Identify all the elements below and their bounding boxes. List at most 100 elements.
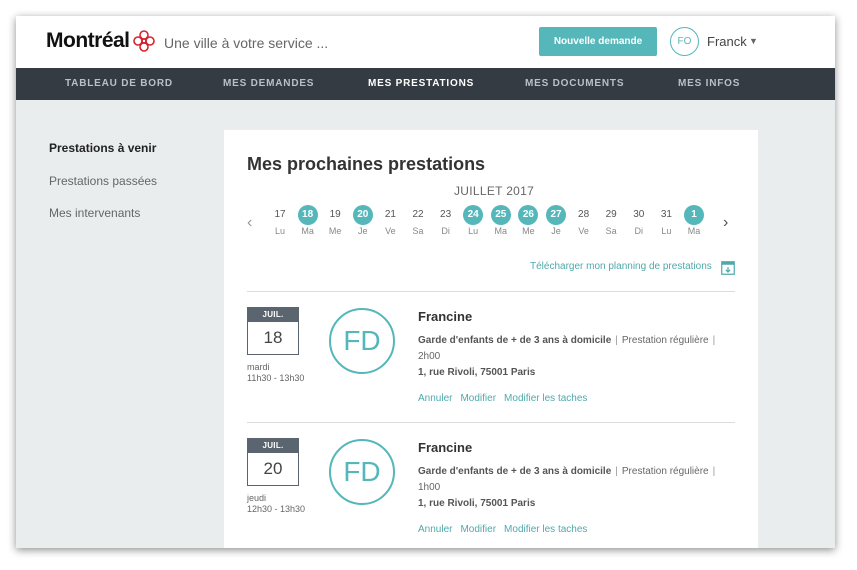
- calendar-day-label: Me: [328, 226, 342, 236]
- service-address: 1, rue Rivoli, 75001 Paris: [418, 367, 536, 378]
- chevron-right-icon[interactable]: ›: [723, 214, 728, 232]
- calendar-day-label: Ma: [494, 226, 508, 236]
- app-window: Montréal Une ville à votre service ... N…: [16, 16, 835, 548]
- calendar-day[interactable]: 18 Ma: [297, 205, 319, 236]
- divider: [247, 291, 735, 292]
- calendar-day-number: 29: [605, 209, 617, 220]
- service-duration: 2h00: [418, 351, 441, 362]
- sidebar-item-past[interactable]: Prestations passées: [49, 174, 157, 188]
- calendar-day-label: Je: [551, 226, 561, 236]
- calendar-day[interactable]: 26 Me: [517, 205, 539, 236]
- calendar-day-number: 21: [384, 209, 396, 220]
- sidebar-item-upcoming[interactable]: Prestations à venir: [49, 141, 156, 155]
- calendar-day-number: 30: [633, 209, 645, 220]
- montreal-rose-icon: [132, 30, 155, 52]
- appointment-item: JUIL. 18 mardi 11h30 - 13h30 FD Francine…: [247, 307, 735, 422]
- calendar-day-number: 31: [660, 209, 672, 220]
- chevron-down-icon[interactable]: ▼: [749, 36, 758, 46]
- calendar-day-number: 27: [546, 205, 566, 225]
- calendar-download-icon[interactable]: [721, 261, 735, 275]
- calendar-day-label: Di: [634, 226, 644, 236]
- chevron-left-icon[interactable]: ‹: [247, 214, 252, 232]
- nav-tab-services[interactable]: MES PRESTATIONS: [368, 68, 474, 100]
- edit-tasks-link[interactable]: Modifier les taches: [504, 524, 587, 535]
- calendar-day-label: Sa: [605, 226, 617, 236]
- calendar-day[interactable]: 31 Lu: [655, 205, 677, 236]
- divider: [247, 422, 735, 423]
- cancel-link[interactable]: Annuler: [418, 524, 452, 535]
- logo[interactable]: Montréal: [46, 29, 156, 53]
- user-name[interactable]: Franck: [707, 34, 747, 49]
- calendar-day[interactable]: 21 Ve: [379, 205, 401, 236]
- calendar-day[interactable]: 29 Sa: [600, 205, 622, 236]
- calendar-day[interactable]: 1 Ma: [683, 205, 705, 236]
- calendar-day-label: Lu: [661, 226, 672, 236]
- nav-tab-dashboard[interactable]: TABLEAU DE BORD: [65, 68, 173, 100]
- time-range: 11h30 - 13h30: [247, 373, 305, 383]
- date-day: 18: [263, 328, 283, 347]
- date-badge: JUIL. 20: [247, 438, 299, 486]
- calendar-day[interactable]: 19 Me: [324, 205, 346, 236]
- calendar-day-label: Ma: [301, 226, 314, 236]
- calendar-day-number: 1: [684, 205, 704, 225]
- worker-avatar: FD: [329, 439, 395, 505]
- cancel-link[interactable]: Annuler: [418, 393, 452, 404]
- calendar-day[interactable]: 20 Je: [352, 205, 374, 236]
- calendar-day[interactable]: 17 Lu: [269, 205, 291, 236]
- calendar-day-label: Ve: [385, 226, 396, 236]
- edit-link[interactable]: Modifier: [460, 393, 496, 404]
- user-avatar[interactable]: FO: [670, 27, 699, 56]
- time-range: 12h30 - 13h30: [247, 504, 306, 514]
- tagline: Une ville à votre service ...: [164, 35, 329, 51]
- edit-link[interactable]: Modifier: [460, 524, 496, 535]
- nav-tab-info[interactable]: MES INFOS: [678, 68, 740, 100]
- calendar-strip: 17 Lu 18 Ma 19 Me 20 Je 21 Ve 22 Sa 23 Di 24 Lu 25 Ma 26 Me…: [269, 205, 709, 245]
- calendar-day[interactable]: 25 Ma: [490, 205, 512, 236]
- sidebar-item-workers[interactable]: Mes intervenants: [49, 206, 140, 220]
- worker-name: Francine: [418, 440, 473, 455]
- calendar-day-label: Sa: [412, 226, 424, 236]
- calendar-day[interactable]: 24 Lu: [462, 205, 484, 236]
- nav-tab-documents[interactable]: MES DOCUMENTS: [525, 68, 624, 100]
- calendar-day-label: Me: [522, 226, 535, 236]
- logo-text: Montréal: [46, 29, 130, 52]
- appointment-actions: Annuler Modifier Modifier les taches: [418, 524, 595, 535]
- calendar-day-label: Lu: [468, 226, 479, 236]
- calendar-day-number: 22: [412, 209, 424, 220]
- appointment-item: JUIL. 20 jeudi 12h30 - 13h30 FD Francine…: [247, 438, 735, 548]
- calendar-day-number: 17: [274, 209, 286, 220]
- date-month: JUIL.: [248, 439, 298, 453]
- date-day: 20: [263, 459, 283, 478]
- calendar-day-label: Ma: [687, 226, 701, 236]
- edit-tasks-link[interactable]: Modifier les taches: [504, 393, 587, 404]
- worker-name: Francine: [418, 309, 473, 324]
- download-planning-link[interactable]: Télécharger mon planning de prestations: [530, 261, 712, 272]
- service-address: 1, rue Rivoli, 75001 Paris: [418, 498, 536, 509]
- service-duration: 1h00: [418, 482, 441, 493]
- services-card: Mes prochaines prestations JUILLET 2017 …: [224, 130, 758, 548]
- calendar-day-number: 18: [297, 205, 318, 225]
- weekday: jeudi: [247, 493, 267, 503]
- calendar-day[interactable]: 30 Di: [628, 205, 650, 236]
- date-badge: JUIL. 18: [247, 307, 299, 355]
- appointment-actions: Annuler Modifier Modifier les taches: [418, 393, 595, 404]
- calendar-day[interactable]: 22 Sa: [407, 205, 429, 236]
- weekday: mardi: [247, 362, 270, 372]
- service-description: Garde d'enfants de + de 3 ans à domicile…: [418, 335, 716, 362]
- worker-avatar: FD: [329, 308, 395, 374]
- service-type: Prestation régulière: [621, 335, 709, 346]
- calendar-day-label: Di: [441, 226, 450, 236]
- new-request-button[interactable]: Nouvelle demande: [539, 27, 657, 56]
- nav-tab-requests[interactable]: MES DEMANDES: [223, 68, 314, 100]
- calendar-day-number: 28: [578, 209, 590, 220]
- header: Montréal Une ville à votre service ... N…: [16, 16, 835, 68]
- calendar-day[interactable]: 27 Je: [545, 205, 567, 236]
- service-description: Garde d'enfants de + de 3 ans à domicile…: [418, 466, 716, 493]
- date-month: JUIL.: [248, 308, 298, 322]
- service-type: Prestation régulière: [621, 466, 709, 477]
- service-name: Garde d'enfants de + de 3 ans à domicile: [418, 335, 612, 346]
- main-nav: TABLEAU DE BORD MES DEMANDES MES PRESTAT…: [16, 68, 835, 100]
- calendar-day-number: 26: [518, 205, 539, 225]
- calendar-day[interactable]: 23 Di: [435, 205, 457, 236]
- calendar-day[interactable]: 28 Ve: [573, 205, 595, 236]
